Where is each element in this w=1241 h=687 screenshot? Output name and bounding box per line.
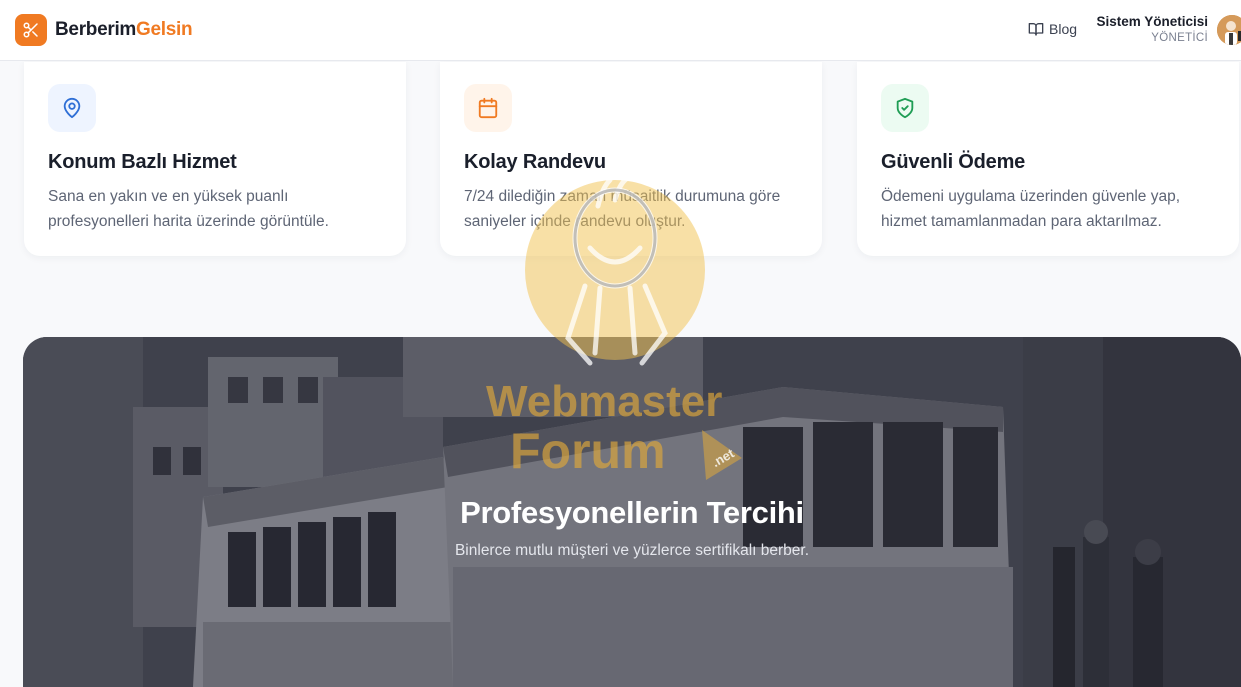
feature-card-appointment: Kolay Randevu 7/24 dilediğin zaman müsai… [440,62,822,256]
map-pin-icon [63,97,81,119]
shield-check-icon [896,97,914,119]
feature-icon-box [881,84,929,132]
feature-title: Konum Bazlı Hizmet [48,151,237,173]
brand-logo[interactable] [15,14,47,46]
feature-description: Ödemeni uygulama üzerinden güvenle yap, … [881,188,1180,230]
feature-title: Güvenli Ödeme [881,151,1026,173]
blog-link-label: Blog [1049,21,1078,37]
feature-card-payment: Güvenli Ödeme Ödemeni uygulama üzerinden… [857,62,1239,256]
user-name: Sistem Yöneticisi [1096,14,1208,29]
feature-card-location: Konum Bazlı Hizmet Sana en yakın ve en y… [24,62,406,256]
feature-description: 7/24 dilediğin zaman müsaitlik durumuna … [464,188,781,230]
scissors-icon [23,22,38,38]
user-role: YÖNETİCİ [1151,32,1208,44]
hero-banner: Profesyonellerin Tercihi Binlerce mutlu … [23,337,1241,687]
brand-name-part1: Berberim [55,19,137,40]
brand-name-part2: Gelsin [136,19,193,40]
calendar-icon [478,97,498,119]
feature-icon-box [464,84,512,132]
feature-description: Sana en yakın ve en yüksek puanlı profes… [48,188,329,230]
avatar[interactable] [1217,15,1241,45]
book-open-icon [1028,23,1044,36]
top-navbar: BerberimGelsin Blog Sistem Yöneticisi YÖ… [0,0,1241,61]
brand-name[interactable]: BerberimGelsin [55,19,193,41]
hero-subtitle: Binlerce mutlu müşteri ve yüzlerce serti… [454,542,810,559]
feature-icon-box [48,84,96,132]
user-menu[interactable]: Sistem Yöneticisi YÖNETİCİ [1096,14,1208,44]
blog-link[interactable]: Blog [1028,21,1077,37]
hero-title: Profesyonellerin Tercihi [460,495,804,530]
feature-title: Kolay Randevu [464,151,606,173]
